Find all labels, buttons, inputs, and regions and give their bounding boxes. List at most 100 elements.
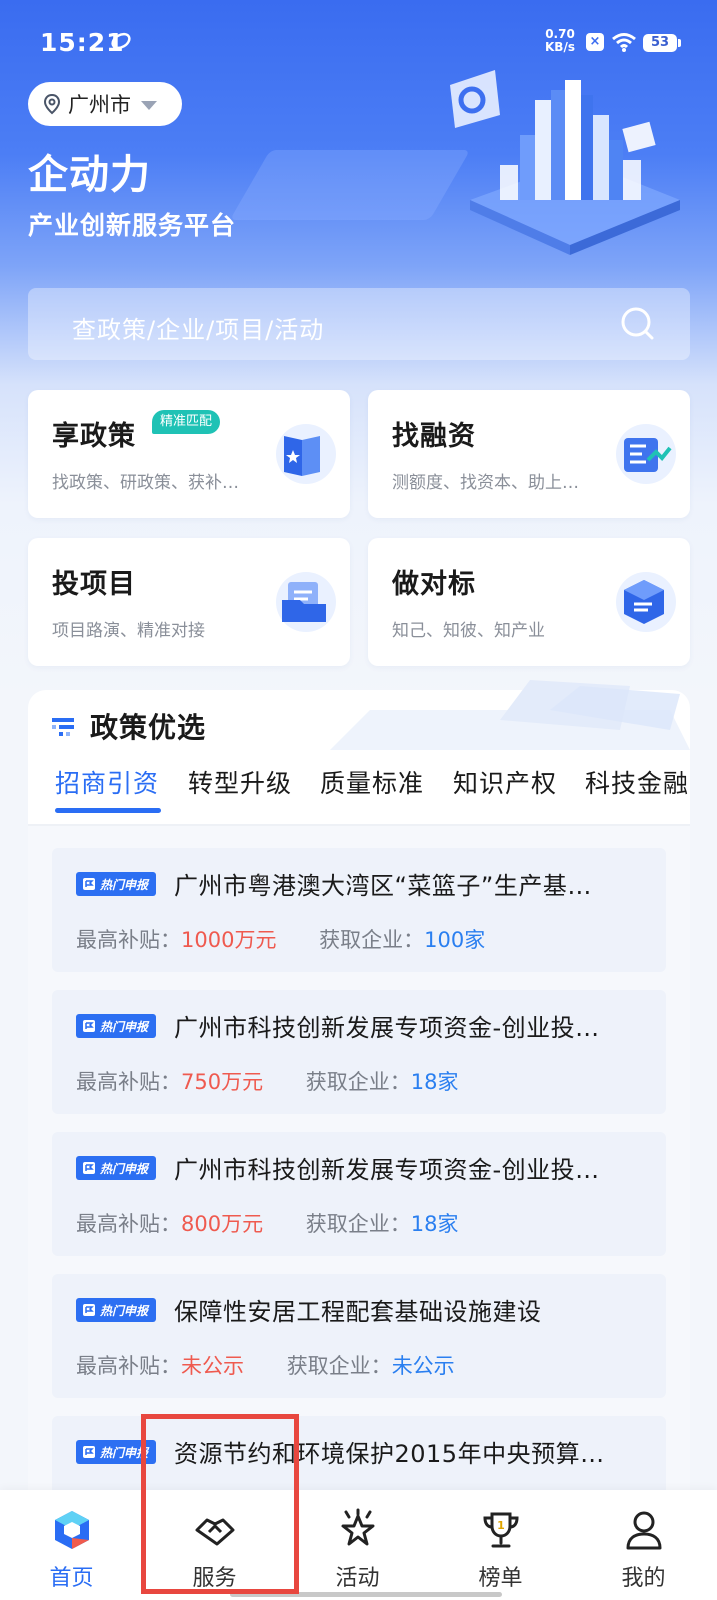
flag-icon	[83, 1162, 95, 1174]
project-folder-icon	[276, 572, 336, 632]
hot-apply-tag: 热门申报	[76, 1156, 156, 1180]
nav-rankings[interactable]: 1 榜单	[429, 1490, 572, 1600]
hot-tag-text: 热门申报	[100, 877, 149, 892]
company-label: 获取企业：	[319, 928, 425, 952]
panel-decoration	[330, 680, 690, 750]
tab-tech-finance[interactable]: 科技金融	[585, 764, 689, 800]
benchmark-icon	[616, 572, 676, 632]
feature-desc: 知己、知彼、知产业	[392, 621, 545, 641]
battery-level: 53	[650, 35, 670, 50]
feature-title: 投项目	[52, 569, 136, 600]
search-placeholder: 查政策/企业/项目/活动	[72, 316, 325, 344]
policy-meta: 最高补贴：1000万元 获取企业：100家	[76, 924, 485, 954]
nav-services[interactable]: 服务	[143, 1490, 286, 1600]
hot-apply-tag: 热门申报	[76, 1440, 156, 1464]
handshake-icon	[195, 1518, 234, 1546]
feature-desc: 项目路演、精准对接	[52, 621, 205, 641]
policy-meta: 最高补贴：未公示 获取企业：未公示	[76, 1350, 455, 1380]
city-name: 广州市	[68, 93, 131, 117]
policy-title: 保障性安居工程配套基础设施建设	[174, 1298, 542, 1326]
hot-tag-text: 热门申报	[100, 1445, 149, 1460]
subsidy-value: 800万元	[181, 1212, 264, 1236]
feature-card-policy[interactable]: 享政策 精准匹配 找政策、研政策、获补…	[28, 390, 350, 518]
subsidy-value: 未公示	[181, 1354, 244, 1378]
nav-profile[interactable]: 我的	[572, 1490, 715, 1600]
flag-icon	[83, 1304, 95, 1316]
search-icon[interactable]	[618, 304, 658, 344]
active-tab-indicator	[55, 808, 161, 813]
leaf-icon	[111, 32, 131, 50]
app-title: 企动力	[28, 152, 151, 198]
svg-text:1: 1	[497, 1519, 505, 1532]
tab-ip[interactable]: 知识产权	[453, 764, 557, 800]
policy-tabs: 招商引资 转型升级 质量标准 知识产权 科技金融	[28, 760, 690, 824]
policy-title: 广州市科技创新发展专项资金-创业投…	[174, 1156, 600, 1184]
flag-icon	[83, 1020, 95, 1032]
nav-activity[interactable]: 活动	[286, 1490, 429, 1600]
bottom-nav: 首页 服务 活动 1 榜单 我的	[0, 1490, 717, 1600]
policy-card[interactable]: 热门申报 广州市粤港澳大湾区“菜篮子”生产基… 最高补贴：1000万元 获取企业…	[52, 848, 666, 972]
home-indicator[interactable]	[230, 1592, 502, 1597]
policy-list: 热门申报 广州市粤港澳大湾区“菜篮子”生产基… 最高补贴：1000万元 获取企业…	[28, 826, 690, 1540]
nav-label: 我的	[621, 1566, 666, 1591]
flag-icon	[83, 1446, 95, 1458]
policy-meta: 最高补贴：750万元 获取企业：18家	[76, 1066, 459, 1096]
company-count: 未公示	[391, 1354, 455, 1378]
subsidy-label: 最高补贴：	[76, 928, 181, 952]
app-tagline: 产业创新服务平台	[28, 211, 237, 240]
network-speed: 0.70 KB/s	[545, 28, 575, 54]
subsidy-value: 1000万元	[181, 928, 277, 952]
wifi-icon	[612, 33, 636, 52]
profile-icon	[626, 1511, 661, 1550]
battery-icon: 53	[643, 34, 681, 52]
tab-quality-standards[interactable]: 质量标准	[320, 764, 424, 800]
company-label: 获取企业：	[286, 1354, 392, 1378]
trophy-icon: 1	[482, 1512, 519, 1548]
policy-title: 广州市粤港澳大湾区“菜篮子”生产基…	[174, 872, 592, 900]
city-selector[interactable]: 广州市	[28, 82, 182, 126]
policy-card[interactable]: 热门申报 广州市科技创新发展专项资金-创业投… 最高补贴：800万元 获取企业：…	[52, 1132, 666, 1256]
precise-match-badge: 精准匹配	[152, 410, 221, 434]
feature-title: 享政策	[52, 421, 136, 452]
policy-book-icon	[276, 424, 336, 484]
policy-card[interactable]: 热门申报 保障性安居工程配套基础设施建设 最高补贴：未公示 获取企业：未公示	[52, 1274, 666, 1398]
tab-investment[interactable]: 招商引资	[55, 764, 159, 800]
company-label: 获取企业：	[305, 1070, 411, 1094]
chevron-down-icon	[141, 101, 157, 110]
search-bar[interactable]: 查政策/企业/项目/活动	[28, 288, 690, 360]
nav-label: 首页	[49, 1566, 94, 1591]
subsidy-label: 最高补贴：	[76, 1070, 181, 1094]
feature-card-project[interactable]: 投项目 项目路演、精准对接	[28, 538, 350, 666]
city-illustration	[450, 70, 680, 255]
network-speed-unit: KB/s	[545, 40, 575, 54]
subsidy-label: 最高补贴：	[76, 1212, 181, 1236]
hot-apply-tag: 热门申报	[76, 1014, 156, 1038]
policy-meta: 最高补贴：800万元 获取企业：18家	[76, 1208, 459, 1238]
hot-apply-tag: 热门申报	[76, 1298, 156, 1322]
tab-transformation[interactable]: 转型升级	[188, 764, 292, 800]
company-count: 18家	[410, 1212, 459, 1236]
hot-tag-text: 热门申报	[100, 1019, 149, 1034]
hot-tag-text: 热门申报	[100, 1161, 149, 1176]
section-title: 政策优选	[90, 711, 207, 744]
feature-title: 找融资	[392, 421, 476, 452]
feature-card-benchmark[interactable]: 做对标 知己、知彼、知产业	[368, 538, 690, 666]
feature-desc: 测额度、找资本、助上…	[392, 473, 579, 493]
hero-glow	[229, 150, 471, 220]
company-count: 18家	[410, 1070, 459, 1094]
feature-title: 做对标	[392, 569, 476, 600]
nav-home[interactable]: 首页	[0, 1490, 143, 1600]
location-pin-icon	[43, 93, 61, 115]
activity-star-icon	[341, 1508, 374, 1546]
feature-card-finance[interactable]: 找融资 测额度、找资本、助上…	[368, 390, 690, 518]
policy-card[interactable]: 热门申报 广州市科技创新发展专项资金-创业投… 最高补贴：750万元 获取企业：…	[52, 990, 666, 1114]
company-label: 获取企业：	[305, 1212, 411, 1236]
hot-apply-tag: 热门申报	[76, 872, 156, 896]
subsidy-value: 750万元	[181, 1070, 264, 1094]
home-logo-icon	[54, 1511, 89, 1549]
policy-title: 广州市科技创新发展专项资金-创业投…	[174, 1014, 600, 1042]
subsidy-label: 最高补贴：	[76, 1354, 181, 1378]
policy-title: 资源节约和环境保护2015年中央预算…	[174, 1440, 605, 1468]
feature-desc: 找政策、研政策、获补…	[52, 473, 239, 493]
policy-list-icon	[52, 718, 74, 736]
